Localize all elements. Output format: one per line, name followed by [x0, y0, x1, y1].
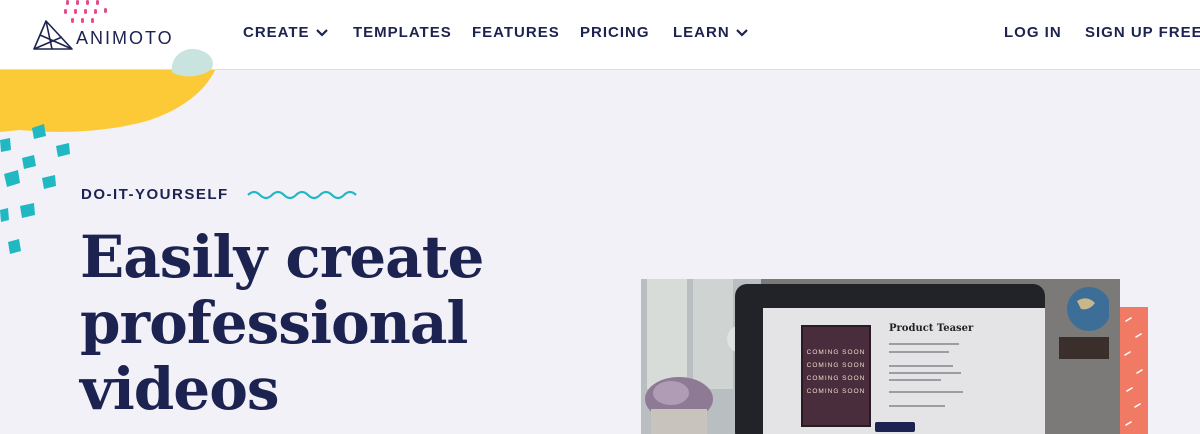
mint-blob-decoration	[171, 48, 214, 77]
headline-line: videos	[80, 355, 280, 423]
poster-text: COMING SOON	[806, 362, 866, 369]
nav-item-pricing[interactable]: PRICING	[580, 24, 650, 41]
coming-soon-poster: COMING SOON COMING SOON COMING SOON COMI…	[801, 325, 871, 427]
headline-line: professional	[80, 289, 468, 357]
wave-icon	[246, 190, 357, 199]
text-line	[889, 351, 949, 353]
animoto-logo-icon	[33, 20, 73, 50]
poster-text: COMING SOON	[806, 349, 866, 356]
text-line	[889, 391, 963, 393]
coral-accent-decoration	[1120, 307, 1148, 434]
text-line	[889, 365, 953, 367]
plant-decoration	[645, 377, 713, 434]
text-line	[889, 372, 961, 374]
nav-item-learn[interactable]: LEARN	[673, 24, 748, 41]
teal-dashes-decoration	[0, 124, 70, 254]
eyebrow-text: DO-IT-YOURSELF	[81, 186, 229, 203]
screen-button	[875, 422, 915, 432]
brand-name: ANIMOTO	[76, 27, 174, 48]
login-link[interactable]: LOG IN	[1004, 24, 1062, 41]
headline-line: Easily create	[80, 223, 484, 291]
chevron-down-icon	[735, 28, 748, 37]
animoto-logo[interactable]: ANIMOTO	[32, 16, 182, 52]
nav-item-label: LEARN	[673, 24, 730, 41]
text-line	[889, 379, 941, 381]
text-line	[889, 405, 945, 407]
globe-decoration	[1059, 287, 1109, 359]
nav-item-label: TEMPLATES	[353, 24, 452, 41]
poster-text: COMING SOON	[806, 375, 866, 382]
nav-item-label: PRICING	[580, 24, 650, 41]
nav-item-create[interactable]: CREATE	[243, 24, 328, 41]
chevron-down-icon	[315, 28, 328, 37]
nav-item-label: FEATURES	[472, 24, 560, 41]
nav-item-features[interactable]: FEATURES	[472, 24, 560, 41]
product-title: Product Teaser	[889, 323, 974, 334]
poster-text: COMING SOON	[806, 388, 866, 395]
text-line	[889, 343, 959, 345]
hero-media-image: COMING SOON COMING SOON COMING SOON COMI…	[641, 279, 1120, 434]
hero-headline: Easily create professional videos	[80, 224, 600, 422]
eyebrow: DO-IT-YOURSELF	[81, 186, 361, 203]
nav-item-label: CREATE	[243, 24, 310, 41]
nav-item-templates[interactable]: TEMPLATES	[353, 24, 452, 41]
signup-link[interactable]: SIGN UP FREE	[1085, 24, 1200, 41]
